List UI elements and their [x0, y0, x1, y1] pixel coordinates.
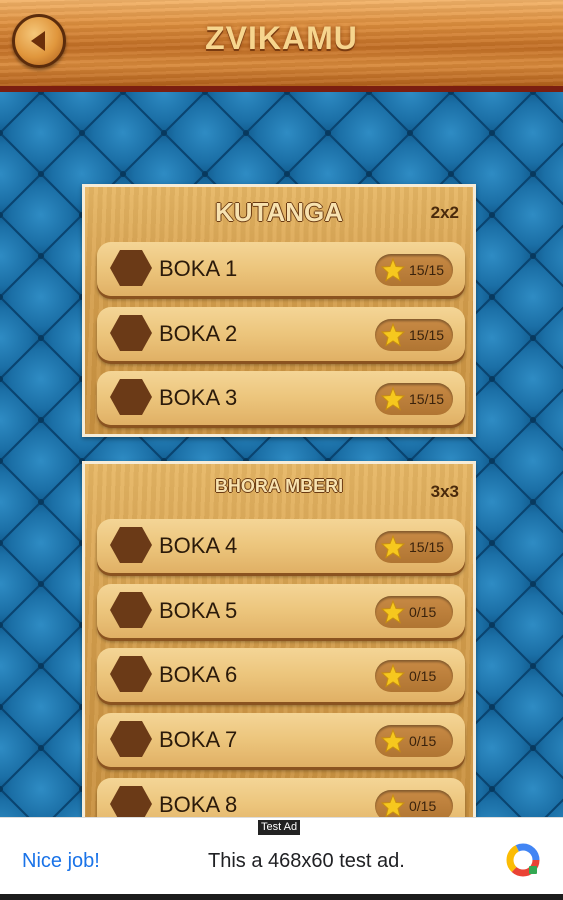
page-title: ZVIKAMU [205, 20, 358, 56]
level-label: BOKA 5 [159, 598, 238, 623]
level-label: BOKA 6 [159, 662, 238, 687]
star-icon [381, 794, 405, 818]
score-badge: 15/15 [375, 254, 453, 286]
score-badge: 15/15 [375, 319, 453, 351]
grid-size-label: 2x2 [430, 203, 459, 222]
score-text: 15/15 [409, 327, 445, 343]
score-text: 0/15 [409, 604, 437, 620]
score-text: 15/15 [409, 539, 445, 555]
score-badge: 15/15 [375, 531, 453, 563]
level-button[interactable]: BOKA 6 0/15 [97, 648, 465, 702]
star-icon [381, 387, 405, 411]
level-label: BOKA 3 [159, 385, 238, 410]
hexagon-icon [110, 527, 152, 563]
score-text: 15/15 [409, 262, 445, 278]
star-icon [381, 729, 405, 753]
panel-title: BHORA MBERI [214, 476, 344, 496]
ad-logo-icon [506, 843, 540, 877]
level-label: BOKA 4 [159, 533, 238, 558]
score-text: 15/15 [409, 391, 445, 407]
level-label: BOKA 7 [159, 727, 238, 752]
score-text: 0/15 [409, 668, 437, 684]
level-group-panel: BHORA MBERI 3x3 BOKA 4 15/15 BOKA 5 0/15… [82, 461, 476, 821]
score-badge: 0/15 [375, 596, 453, 628]
level-button[interactable]: BOKA 1 15/15 [97, 242, 465, 296]
ad-divider [0, 894, 563, 900]
level-button[interactable]: BOKA 2 15/15 [97, 307, 465, 361]
score-badge: 0/15 [375, 725, 453, 757]
level-button[interactable]: BOKA 7 0/15 [97, 713, 465, 767]
level-label: BOKA 8 [159, 792, 238, 817]
level-button[interactable]: BOKA 3 15/15 [97, 371, 465, 425]
hexagon-icon [110, 379, 152, 415]
panel-title: KUTANGA [214, 197, 344, 227]
level-label: BOKA 1 [159, 256, 238, 281]
hexagon-icon [110, 656, 152, 692]
ad-headline: Nice job! [22, 850, 100, 872]
level-group-panel: KUTANGA 2x2 BOKA 1 15/15 BOKA 2 15/15 BO… [82, 184, 476, 437]
star-icon [381, 600, 405, 624]
hexagon-icon [110, 592, 152, 628]
ad-text: This a 468x60 test ad. [208, 850, 405, 872]
header-bar: ZVIKAMU [0, 0, 563, 92]
ad-banner[interactable]: Test Ad Nice job! This a 468x60 test ad. [0, 817, 563, 900]
score-badge: 15/15 [375, 383, 453, 415]
score-text: 0/15 [409, 733, 437, 749]
hexagon-icon [110, 721, 152, 757]
level-button[interactable]: BOKA 5 0/15 [97, 584, 465, 638]
grid-size-label: 3x3 [430, 482, 459, 501]
score-text: 0/15 [409, 798, 437, 814]
hexagon-icon [110, 250, 152, 286]
star-icon [381, 664, 405, 688]
test-ad-tag: Test Ad [258, 820, 301, 835]
star-icon [381, 258, 405, 282]
level-button[interactable]: BOKA 4 15/15 [97, 519, 465, 573]
hexagon-icon [110, 315, 152, 351]
score-badge: 0/15 [375, 660, 453, 692]
hexagon-icon [110, 786, 152, 818]
star-icon [381, 323, 405, 347]
level-button[interactable]: BOKA 8 0/15 [97, 778, 465, 818]
star-icon [381, 535, 405, 559]
level-label: BOKA 2 [159, 321, 238, 346]
